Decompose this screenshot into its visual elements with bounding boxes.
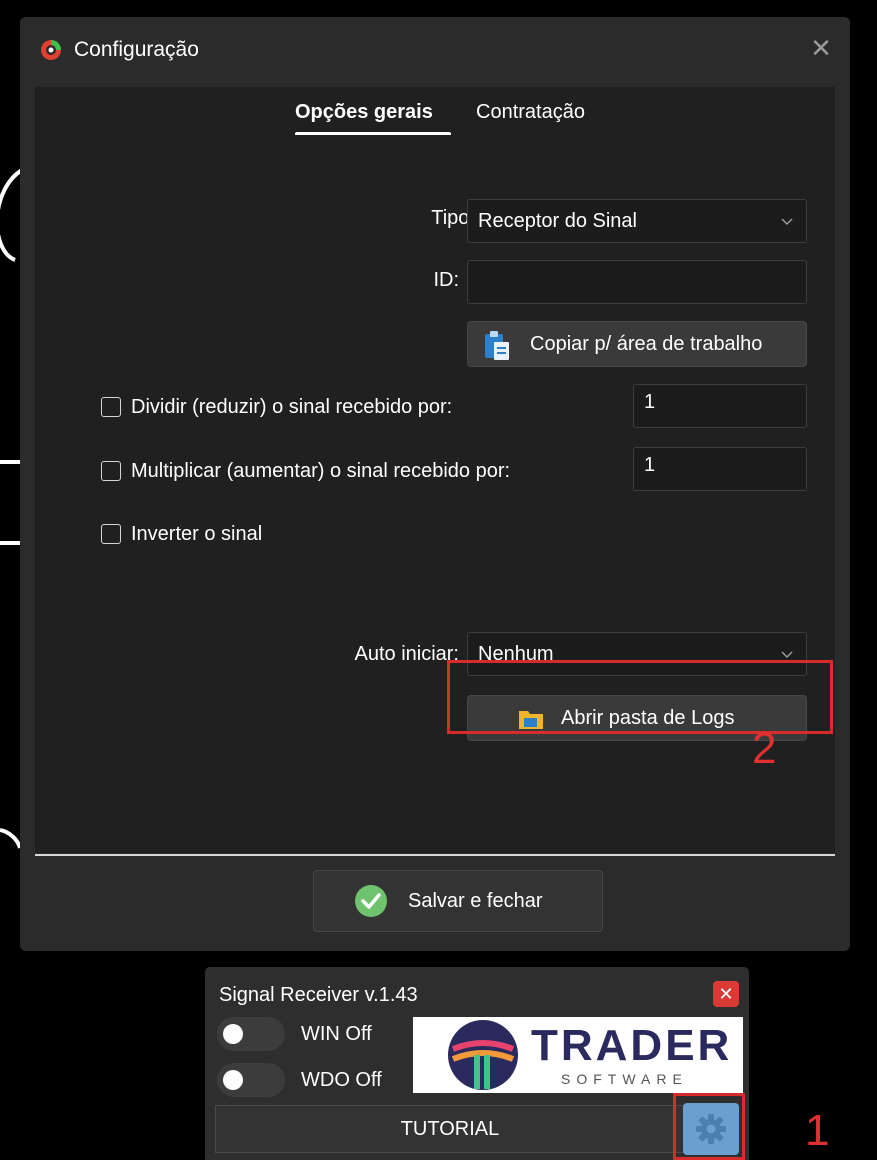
tipo-label: Tipo: [431,207,475,229]
title-bar: Configuração ✕ [20,17,850,85]
options-panel: Tipo: Receptor do Sinal ID: Copiar p/ ár… [35,135,835,853]
wdo-label: WDO Off [301,1069,382,1091]
divide-checkbox[interactable] [101,397,121,417]
invert-label: Inverter o sinal [131,523,263,545]
signal-receiver-widget: Signal Receiver v.1.43 ✕ WIN Off WDO Off… [205,967,749,1160]
multiply-label: Multiplicar (aumentar) o sinal recebido … [131,460,511,482]
annotation-box-2 [447,660,833,734]
divide-label: Dividir (reduzir) o sinal recebido por: [131,396,453,418]
chevron-down-icon [781,651,793,659]
logo-main-text: TRADER [531,1021,733,1070]
app-icon [41,40,61,60]
close-icon[interactable]: ✕ [806,33,836,63]
divide-value: 1 [644,391,656,413]
toggle-knob [223,1024,243,1044]
config-dialog: Configuração ✕ Opções gerais Contratação… [20,17,850,951]
tab-opcoes-gerais[interactable]: Opções gerais [295,101,433,124]
annotation-number-2: 2 [752,724,777,773]
check-circle-icon [355,885,387,917]
wdo-toggle[interactable] [217,1063,285,1097]
footer-separator [35,854,835,856]
win-label: WIN Off [301,1023,372,1045]
copy-button-label: Copiar p/ área de trabalho [530,333,763,355]
save-and-close-button[interactable]: Salvar e fechar [313,870,603,932]
tutorial-button[interactable]: TUTORIAL [215,1105,685,1153]
multiply-value: 1 [644,454,656,476]
win-toggle[interactable] [217,1017,285,1051]
close-icon[interactable]: ✕ [713,981,739,1007]
chevron-down-icon [781,218,793,226]
id-field[interactable] [467,260,807,304]
logo-sub-text: SOFTWARE [561,1071,688,1087]
logo-mark-icon [448,1020,518,1090]
divide-input[interactable]: 1 [633,384,807,428]
trader-software-logo: TRADER SOFTWARE [413,1017,743,1093]
id-label: ID: [433,269,459,291]
annotation-number-1: 1 [805,1106,830,1155]
multiply-checkbox[interactable] [101,461,121,481]
save-label: Salvar e fechar [408,890,543,912]
multiply-input[interactable]: 1 [633,447,807,491]
invert-checkbox[interactable] [101,524,121,544]
clipboard-icon [485,331,509,360]
auto-iniciar-label: Auto iniciar: [354,643,460,665]
widget-title: Signal Receiver v.1.43 [219,984,418,1006]
tab-contratacao[interactable]: Contratação [476,101,585,124]
tab-bar: Opções gerais Contratação [35,87,835,136]
copy-to-clipboard-button[interactable]: Copiar p/ área de trabalho [467,321,807,367]
tipo-value: Receptor do Sinal [478,210,637,232]
toggle-knob [223,1070,243,1090]
annotation-box-1 [673,1093,745,1160]
dialog-title: Configuração [74,38,199,61]
tipo-select[interactable]: Receptor do Sinal [467,199,807,243]
